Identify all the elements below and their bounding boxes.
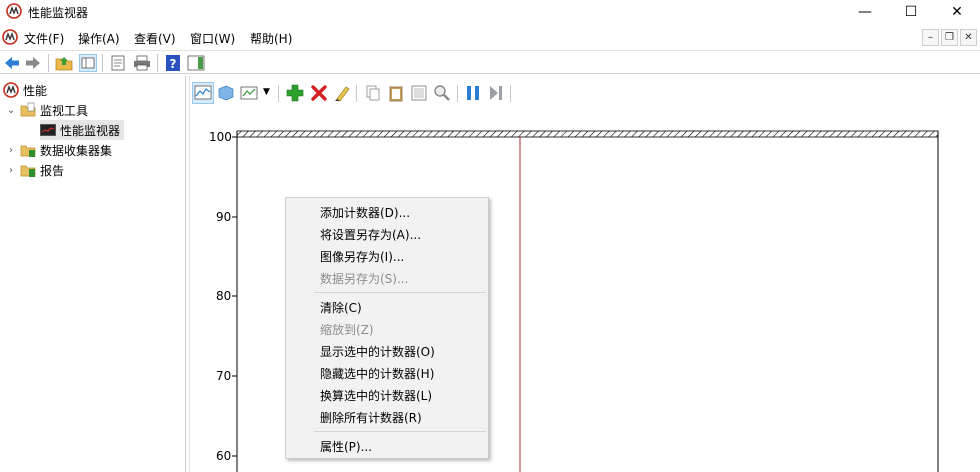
menu-view[interactable]: 查看(V) [134,30,176,47]
menu-action[interactable]: 操作(A) [78,30,120,47]
chevron-right-icon[interactable]: › [6,145,16,156]
menu-item-save-image-as[interactable]: 图像另存为(I)... [320,248,404,265]
report-icon [20,165,36,177]
window-title: 性能监视器 [28,6,89,20]
back-icon[interactable] [3,54,21,72]
tree-item-data-collector-sets[interactable]: 数据收集器集 [20,140,112,160]
minimize-button[interactable]: — [842,0,888,24]
folder-tools-icon [20,102,36,117]
navigation-tree: 性能 ⌄ 监视工具 性能监视器 › 数据收集器集 › 报告 [0,76,186,472]
tree-item-performance-monitor[interactable]: 性能监视器 [40,120,125,140]
close-button[interactable]: ✕ [934,0,980,24]
performance-icon [3,82,19,98]
close-icon: ✕ [951,4,963,20]
menu-item-show-selected-counters[interactable]: 显示选中的计数器(O) [320,343,435,360]
menu-item-clear[interactable]: 清除(C) [320,299,362,316]
main-toolbar: ? [0,50,980,74]
svg-text:?: ? [170,57,177,71]
show-hide-tree-icon[interactable] [79,54,97,72]
performance-monitor-app-icon [6,3,22,19]
y-tick-label: 80 [216,289,232,303]
menu-item-save-data-as: 数据另存为(S)... [320,272,409,286]
y-tick-label: 90 [216,210,232,224]
menu-item-add-counters[interactable]: 添加计数器(D)... [320,204,410,221]
graph-context-menu: 添加计数器(D)... 将设置另存为(A)... 图像另存为(I)... 数据另… [285,197,489,459]
toolbar-separator [48,54,49,72]
menu-bar: 文件(F) 操作(A) 查看(V) 窗口(W) 帮助(H) [0,25,980,49]
graph-header-band [236,130,939,138]
mdi-close-button[interactable]: ✕ [960,29,977,46]
data-collector-icon [20,145,36,157]
chevron-down-icon[interactable]: ⌄ [6,105,16,116]
menu-help[interactable]: 帮助(H) [250,30,292,47]
toolbar-separator [102,54,103,72]
y-tick-label: 100 [209,130,232,144]
print-icon[interactable] [133,54,151,72]
menu-item-properties[interactable]: 属性(P)... [320,438,372,455]
minimize-icon: — [858,4,872,20]
menu-separator [314,292,486,293]
mdi-close-icon: ✕ [964,32,973,43]
maximize-button[interactable]: ☐ [888,0,934,24]
tree-item-label: 报告 [40,163,65,178]
menu-item-scale-selected-counters[interactable]: 换算选中的计数器(L) [320,387,432,404]
toolbar-separator [157,54,158,72]
menu-item-remove-all-counters[interactable]: 删除所有计数器(R) [320,409,422,426]
menu-item-hide-selected-counters[interactable]: 隐藏选中的计数器(H) [320,365,434,382]
menu-item-zoom-to: 缩放到(Z) [320,323,374,337]
tree-item-label: 性能 [23,83,48,98]
menu-item-save-settings-as[interactable]: 将设置另存为(A)... [320,226,421,243]
tree-item-label: 监视工具 [40,103,89,118]
mdi-restore-icon: ❐ [945,32,954,43]
properties-icon[interactable] [109,54,127,72]
chevron-right-icon[interactable]: › [6,165,16,176]
maximize-icon: ☐ [904,4,918,20]
tree-item-monitoring-tools[interactable]: 监视工具 [20,100,88,120]
mmc-document-icon[interactable] [2,29,18,45]
tree-item-label: 性能监视器 [60,123,121,138]
show-action-pane-icon[interactable] [187,54,205,72]
title-bar: 性能监视器 — ☐ ✕ [0,0,980,24]
up-folder-icon[interactable] [55,54,73,72]
perfmon-chart-icon [40,124,56,136]
mdi-minimize-icon: – [928,32,933,43]
forward-icon[interactable] [24,54,42,72]
y-tick-label: 70 [216,369,232,383]
menu-window[interactable]: 窗口(W) [190,30,235,47]
help-icon[interactable]: ? [164,54,182,72]
y-tick-label: 60 [216,449,232,463]
tree-item-performance[interactable]: 性能 [3,80,47,100]
tree-item-reports[interactable]: 报告 [20,160,64,180]
tree-item-label: 数据收集器集 [40,143,113,158]
mdi-restore-button[interactable]: ❐ [941,29,958,46]
menu-separator [314,431,486,432]
mdi-minimize-button[interactable]: – [922,29,939,46]
menu-file[interactable]: 文件(F) [24,30,64,47]
